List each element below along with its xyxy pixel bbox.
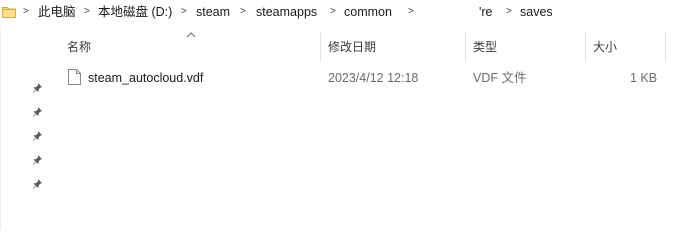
- chevron-right-icon[interactable]: >: [84, 6, 90, 18]
- column-divider[interactable]: [465, 32, 466, 62]
- chevron-right-icon[interactable]: >: [240, 6, 246, 18]
- column-header-size[interactable]: 大小: [593, 37, 617, 59]
- column-header-modified[interactable]: 修改日期: [328, 37, 376, 59]
- column-header-type[interactable]: 类型: [473, 37, 497, 59]
- column-divider[interactable]: [585, 32, 586, 62]
- column-divider[interactable]: [665, 32, 666, 62]
- breadcrumb-steamapps[interactable]: steamapps: [256, 5, 317, 19]
- sort-ascending-icon: [186, 32, 196, 38]
- breadcrumb-this-pc[interactable]: 此电脑: [38, 5, 76, 19]
- pin-icon[interactable]: [32, 154, 43, 165]
- chevron-right-icon[interactable]: >: [330, 6, 336, 18]
- nav-pane-edge: [0, 26, 1, 229]
- column-header-name[interactable]: 名称: [67, 37, 91, 59]
- address-bar[interactable]: > 此电脑 > 本地磁盘 (D:) > steam > steamapps > …: [0, 0, 696, 26]
- file-size: 1 KB: [630, 71, 658, 85]
- folder-icon: [2, 7, 16, 18]
- breadcrumb-steam[interactable]: steam: [196, 5, 230, 19]
- file-modified: 2023/4/12 12:18: [328, 71, 419, 85]
- chevron-right-icon[interactable]: >: [181, 6, 187, 18]
- pin-icon[interactable]: [32, 178, 43, 189]
- chevron-right-icon[interactable]: >: [506, 6, 512, 18]
- file-name[interactable]: steam_autocloud.vdf: [88, 71, 203, 85]
- breadcrumb-common[interactable]: common: [344, 5, 392, 19]
- pin-icon[interactable]: [32, 106, 43, 117]
- column-divider[interactable]: [320, 32, 321, 62]
- chevron-right-icon[interactable]: >: [408, 6, 414, 18]
- breadcrumb-local-disk-d[interactable]: 本地磁盘 (D:): [98, 5, 172, 19]
- pin-icon[interactable]: [32, 82, 43, 93]
- chevron-right-icon[interactable]: >: [23, 6, 29, 18]
- file-explorer: > 此电脑 > 本地磁盘 (D:) > steam > steamapps > …: [0, 0, 696, 229]
- file-type: VDF 文件: [473, 71, 527, 85]
- pin-icon[interactable]: [32, 130, 43, 141]
- file-icon: [68, 69, 81, 85]
- breadcrumb-saves[interactable]: saves: [520, 5, 553, 19]
- breadcrumb-game-folder[interactable]: 're: [479, 5, 493, 19]
